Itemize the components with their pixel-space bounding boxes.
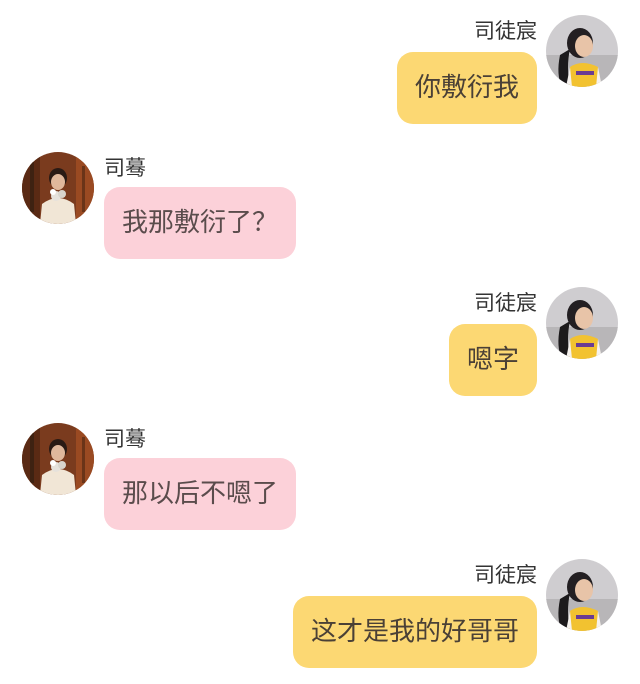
boy-flowers-avatar-icon[interactable] [22,152,94,224]
sender-name: 司蓦 [104,427,146,451]
sender-name: 司徒宸 [474,563,537,587]
sender-name: 司蓦 [104,156,146,180]
message-bubble[interactable]: 嗯字 [448,324,537,396]
sender-name: 司徒宸 [474,291,537,315]
message-bubble[interactable]: 那以后不嗯了 [104,458,297,530]
girl-jersey-avatar-icon[interactable] [546,287,618,359]
chat-thread: 司徒宸 你敷衍我 司蓦 我那敷衍了？ 司徒宸 嗯字 司蓦 那以后不嗯了 司徒宸 … [0,0,640,684]
girl-jersey-avatar-icon[interactable] [546,559,618,631]
sender-name: 司徒宸 [474,19,537,43]
message-bubble[interactable]: 我那敷衍了？ [104,187,297,259]
message-bubble[interactable]: 这才是我的好哥哥 [292,596,537,668]
girl-jersey-avatar-icon[interactable] [546,15,618,87]
boy-flowers-avatar-icon[interactable] [22,423,94,495]
message-bubble[interactable]: 你敷衍我 [396,52,537,124]
